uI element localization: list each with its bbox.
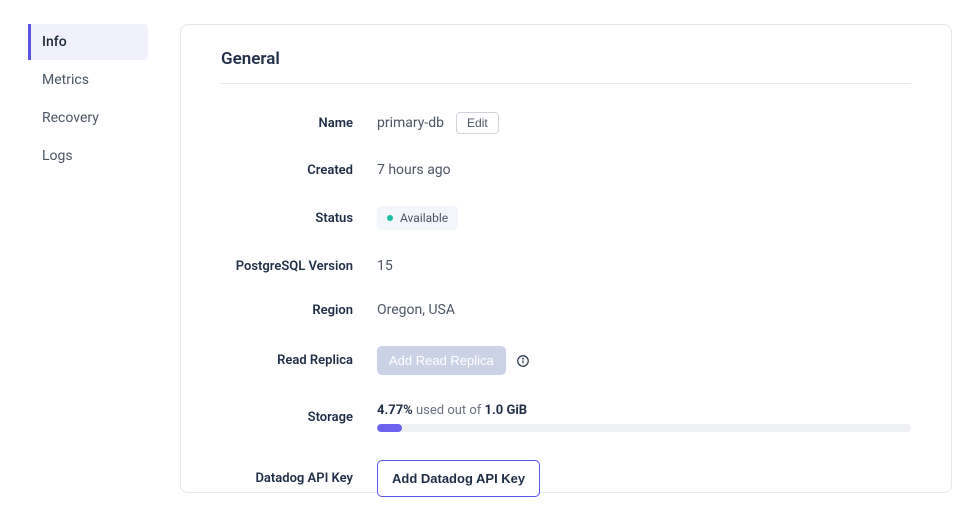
- label-replica: Read Replica: [221, 353, 353, 368]
- sidebar-item-logs[interactable]: Logs: [28, 138, 148, 174]
- info-icon[interactable]: [516, 354, 530, 368]
- sidebar-item-info[interactable]: Info: [28, 24, 148, 60]
- value-name: primary-db: [377, 115, 444, 131]
- status-badge: Available: [377, 206, 458, 230]
- label-datadog: Datadog API Key: [221, 471, 353, 486]
- value-status: Available: [400, 211, 448, 225]
- storage-used-text: used out of: [413, 403, 485, 418]
- value-region: Oregon, USA: [377, 302, 455, 318]
- status-dot-icon: [387, 215, 393, 221]
- label-status: Status: [221, 211, 353, 226]
- sidebar-item-recovery[interactable]: Recovery: [28, 100, 148, 136]
- storage-block: 4.77% used out of 1.0 GiB: [377, 403, 911, 432]
- sidebar: Info Metrics Recovery Logs: [28, 24, 148, 493]
- label-region: Region: [221, 303, 353, 318]
- main-panel: General Name primary-db Edit Created 7 h…: [180, 24, 952, 493]
- storage-percent: 4.77%: [377, 403, 413, 418]
- sidebar-item-metrics[interactable]: Metrics: [28, 62, 148, 98]
- label-pgversion: PostgreSQL Version: [221, 259, 353, 274]
- label-storage: Storage: [221, 410, 353, 425]
- label-name: Name: [221, 116, 353, 131]
- storage-total: 1.0 GiB: [485, 403, 528, 418]
- section-title: General: [221, 49, 911, 69]
- add-datadog-api-key-button[interactable]: Add Datadog API Key: [377, 460, 540, 497]
- value-created: 7 hours ago: [377, 162, 451, 178]
- add-read-replica-button[interactable]: Add Read Replica: [377, 346, 506, 375]
- storage-progress-fill: [377, 424, 402, 432]
- storage-progress: [377, 424, 911, 432]
- label-created: Created: [221, 163, 353, 178]
- edit-name-button[interactable]: Edit: [456, 112, 499, 134]
- storage-text: 4.77% used out of 1.0 GiB: [377, 403, 911, 418]
- divider: [221, 83, 911, 84]
- value-pgversion: 15: [377, 258, 393, 274]
